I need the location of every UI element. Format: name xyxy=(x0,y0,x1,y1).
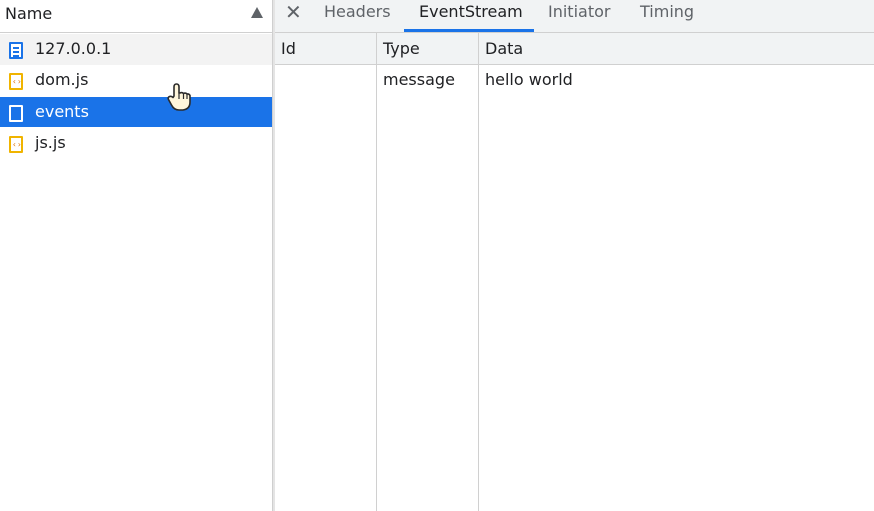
request-list-header[interactable]: Name xyxy=(0,0,272,33)
request-name: events xyxy=(35,102,89,121)
name-column-header[interactable]: Name xyxy=(5,5,52,23)
column-divider xyxy=(376,33,377,511)
tab-headers[interactable]: Headers xyxy=(324,3,391,21)
script-icon: ‹› xyxy=(9,136,23,153)
column-header-id[interactable]: Id xyxy=(281,40,296,58)
table-row-type-cell[interactable]: message xyxy=(383,71,455,89)
hand-cursor-icon xyxy=(167,83,191,111)
script-icon-glyph: ‹› xyxy=(12,140,22,149)
eventsource-icon xyxy=(9,105,23,122)
script-icon: ‹› xyxy=(9,73,23,90)
close-icon[interactable]: ✕ xyxy=(285,2,302,22)
request-row-events[interactable]: events xyxy=(0,97,272,127)
tab-initiator[interactable]: Initiator xyxy=(548,3,610,21)
request-name: js.js xyxy=(35,133,66,152)
request-row-js-js[interactable]: ‹› js.js xyxy=(0,128,272,159)
tab-timing[interactable]: Timing xyxy=(640,3,694,21)
column-header-data[interactable]: Data xyxy=(485,40,523,58)
table-header: Id Type Data xyxy=(275,33,874,65)
request-row-dom-js[interactable]: ‹› dom.js xyxy=(0,65,272,96)
table-row-data-cell[interactable]: hello world xyxy=(485,71,573,89)
tab-eventstream[interactable]: EventStream xyxy=(419,3,523,21)
document-icon xyxy=(9,42,23,59)
request-name: 127.0.0.1 xyxy=(35,39,112,58)
event-stream-table: Id Type Data message hello world xyxy=(275,33,874,511)
script-icon-glyph: ‹› xyxy=(12,77,22,86)
active-tab-indicator xyxy=(404,29,534,32)
request-name: dom.js xyxy=(35,70,89,89)
request-detail-pane: ✕ Headers EventStream Initiator Timing I… xyxy=(275,0,874,511)
request-row-127-0-0-1[interactable]: 127.0.0.1 xyxy=(0,34,272,65)
column-divider xyxy=(478,33,479,511)
sort-ascending-icon[interactable] xyxy=(251,7,263,18)
detail-tab-bar: ✕ Headers EventStream Initiator Timing xyxy=(275,0,874,33)
column-header-type[interactable]: Type xyxy=(383,40,420,58)
request-list-pane: Name 127.0.0.1 ‹› dom.js events ‹› js.js xyxy=(0,0,272,511)
